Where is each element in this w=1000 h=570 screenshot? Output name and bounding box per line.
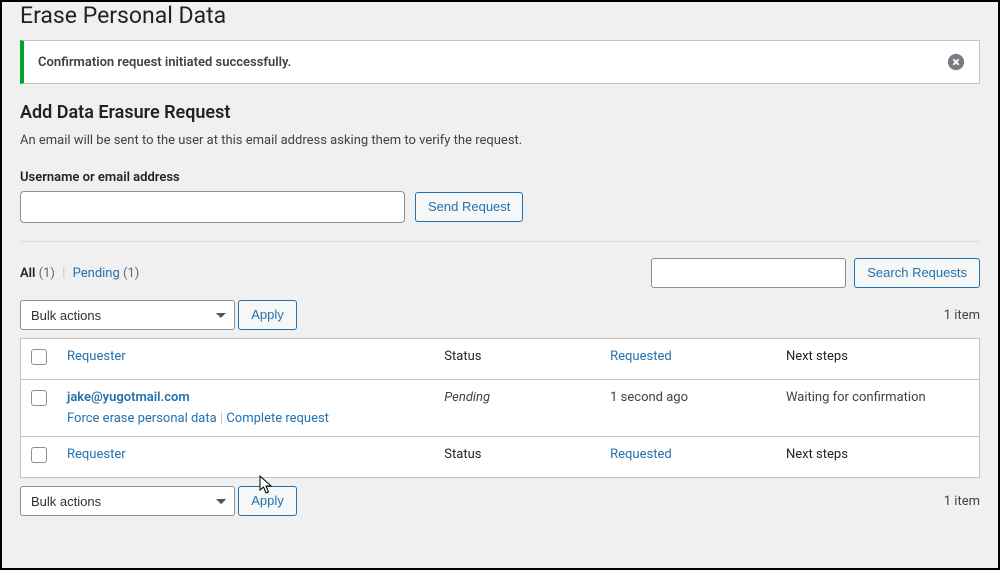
filter-views: All (1) | Pending (1) bbox=[20, 266, 139, 281]
row-requested: 1 second ago bbox=[600, 380, 776, 437]
search-input[interactable] bbox=[651, 258, 846, 288]
item-count-top: 1 item bbox=[944, 308, 980, 323]
filter-pending-count: (1) bbox=[123, 266, 139, 281]
col-requested[interactable]: Requested bbox=[600, 339, 776, 380]
select-all-bottom[interactable] bbox=[31, 447, 47, 463]
complete-request-link[interactable]: Complete request bbox=[226, 411, 329, 426]
col-next-foot: Next steps bbox=[776, 437, 980, 478]
col-next: Next steps bbox=[776, 339, 980, 380]
row-next-steps: Waiting for confirmation bbox=[776, 380, 980, 437]
filter-pending[interactable]: Pending bbox=[73, 266, 120, 281]
filter-all[interactable]: All bbox=[20, 266, 35, 281]
send-request-button[interactable]: Send Request bbox=[415, 192, 523, 222]
force-erase-link[interactable]: Force erase personal data bbox=[67, 411, 217, 426]
section-heading: Add Data Erasure Request bbox=[20, 102, 980, 123]
col-status: Status bbox=[434, 339, 600, 380]
col-requested-foot[interactable]: Requested bbox=[600, 437, 776, 478]
item-count-bottom: 1 item bbox=[944, 494, 980, 509]
table-row: jake@yugotmail.com Force erase personal … bbox=[21, 380, 980, 437]
close-icon[interactable] bbox=[947, 53, 965, 71]
select-all-top[interactable] bbox=[31, 349, 47, 365]
page-title: Erase Personal Data bbox=[20, 2, 980, 35]
filter-all-count: (1) bbox=[39, 266, 55, 281]
requests-table: Requester Status Requested Next steps ja… bbox=[20, 338, 980, 478]
search-requests-button[interactable]: Search Requests bbox=[854, 258, 980, 288]
section-description: An email will be sent to the user at thi… bbox=[20, 133, 980, 148]
notice-message: Confirmation request initiated successfu… bbox=[38, 55, 291, 70]
requester-email[interactable]: jake@yugotmail.com bbox=[67, 390, 190, 405]
col-requester-foot[interactable]: Requester bbox=[57, 437, 434, 478]
apply-button-top[interactable]: Apply bbox=[238, 300, 297, 330]
col-requester[interactable]: Requester bbox=[57, 339, 434, 380]
email-field-label: Username or email address bbox=[20, 170, 980, 185]
bulk-actions-select-top[interactable]: Bulk actions bbox=[20, 300, 235, 330]
email-field[interactable] bbox=[20, 191, 405, 223]
col-status-foot: Status bbox=[434, 437, 600, 478]
row-status: Pending bbox=[444, 390, 490, 405]
bulk-actions-select-bottom[interactable]: Bulk actions bbox=[20, 486, 235, 516]
row-checkbox[interactable] bbox=[31, 390, 47, 406]
apply-button-bottom[interactable]: Apply bbox=[238, 486, 297, 516]
success-notice: Confirmation request initiated successfu… bbox=[20, 40, 980, 84]
